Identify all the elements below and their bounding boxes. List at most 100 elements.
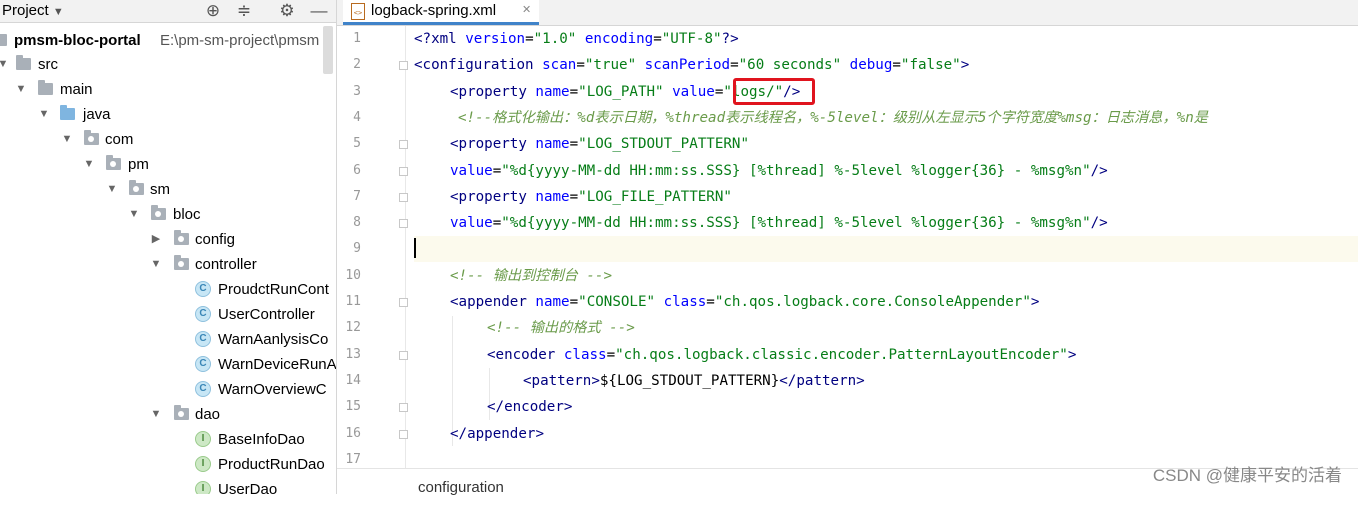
chevron-down-icon[interactable]: ▼ [60, 127, 74, 152]
tree-item-label: sm [150, 181, 170, 198]
code-line-7: <property name="LOG_FILE_PATTERN" [450, 184, 732, 210]
xml-value: "1.0" [533, 31, 577, 47]
xml-token: > [591, 373, 600, 389]
fold-marker[interactable] [399, 351, 408, 360]
code-editor[interactable]: 1 2 3 4 5 6 7 8 9 10 11 12 13 14 15 16 1… [337, 26, 1358, 468]
collapse-all-icon[interactable]: ≑ [234, 0, 254, 22]
code-line-12: <!-- 输出的格式 --> [487, 315, 635, 341]
breadcrumb[interactable]: configuration [418, 469, 504, 496]
xml-token: </ [487, 399, 505, 415]
xml-attr: version [465, 31, 526, 47]
xml-text: ${LOG_STDOUT_PATTERN} [599, 373, 780, 389]
chevron-down-icon[interactable]: ▼ [82, 152, 96, 177]
chevron-down-icon[interactable]: ▼ [0, 52, 10, 77]
xml-attr: scan [533, 57, 577, 73]
class-icon: C [195, 331, 211, 347]
xml-file-icon [351, 3, 365, 20]
tab-label: logback-spring.xml [371, 2, 497, 19]
xml-token: ?> [721, 31, 739, 47]
chevron-right-icon[interactable]: ▶ [149, 227, 163, 252]
folder-icon [16, 55, 31, 70]
xml-value: "false" [900, 57, 961, 73]
code-line-11: <appender name="CONSOLE" class="ch.qos.l… [450, 289, 1039, 315]
code-line-15: </encoder> [487, 394, 572, 420]
xml-token: < [523, 373, 532, 389]
xml-attr: class [655, 294, 707, 310]
chevron-down-icon[interactable]: ▼ [105, 177, 119, 202]
xml-token: > [535, 426, 544, 442]
chevron-down-icon[interactable]: ▼ [37, 102, 51, 127]
xml-token: = [569, 136, 579, 152]
xml-tag: encoder [504, 399, 564, 415]
module-path: E:\pm-sm-project\pmsm [160, 32, 320, 49]
chevron-down-icon[interactable]: ▼ [14, 77, 28, 102]
xml-token: = [892, 57, 901, 73]
xml-token: < [450, 84, 459, 100]
tree-item-label: dao [195, 406, 221, 423]
fold-marker[interactable] [399, 61, 408, 70]
xml-attr: name [526, 189, 570, 205]
xml-token: > [856, 373, 865, 389]
line-number: 1 [353, 31, 361, 46]
chevron-down-icon[interactable]: ▼ [149, 252, 163, 277]
xml-token: = [706, 294, 715, 310]
line-number: 9 [353, 241, 361, 256]
text-caret [414, 238, 416, 258]
xml-token: = [569, 84, 579, 100]
project-title: Project [2, 2, 49, 19]
line-number: 12 [345, 320, 361, 335]
tree-item-label: controller [195, 256, 257, 273]
fold-marker[interactable] [399, 430, 408, 439]
code-line-10: <!-- 输出到控制台 --> [450, 263, 612, 289]
tab-logback-spring-xml[interactable]: logback-spring.xml ✕ [343, 0, 539, 25]
chevron-down-icon[interactable]: ▼ [127, 202, 141, 227]
watermark: CSDN @健康平安的活着 [1152, 466, 1342, 485]
locate-icon[interactable]: ⊕ [203, 0, 223, 22]
package-icon [174, 255, 189, 270]
package-icon [151, 205, 166, 220]
xml-attr: class [555, 347, 607, 363]
code-line-8: value="%d{yyyy-MM-dd HH:mm:ss.SSS} [%thr… [450, 210, 1108, 236]
close-icon[interactable]: ✕ [522, 0, 531, 22]
line-number: 3 [353, 84, 361, 99]
xml-token: = [653, 31, 662, 47]
xml-tag: property [458, 136, 527, 152]
package-icon [129, 180, 144, 195]
xml-attr: scanPeriod [636, 57, 731, 73]
project-view-selector[interactable]: Project ▼ [2, 0, 64, 22]
class-icon: C [195, 381, 211, 397]
xml-attr: value [450, 163, 493, 179]
xml-tag: encoder [495, 347, 556, 363]
xml-value: "ch.qos.logback.classic.encoder.PatternL… [615, 347, 1068, 363]
fold-marker[interactable] [399, 298, 408, 307]
package-icon [174, 405, 189, 420]
class-icon: C [195, 281, 211, 297]
code-line-5: <property name="LOG_STDOUT_PATTERN" [450, 131, 749, 157]
xml-token: < [487, 347, 496, 363]
xml-value: "true" [584, 57, 637, 73]
line-number-gutter: 1 2 3 4 5 6 7 8 9 10 11 12 13 14 15 16 1… [337, 26, 408, 468]
gear-icon[interactable]: ⚙ [277, 0, 297, 22]
xml-attr: value [450, 215, 493, 231]
project-tree-scrollbar[interactable] [323, 26, 333, 74]
fold-marker[interactable] [399, 403, 408, 412]
tree-item-label: com [105, 131, 134, 148]
fold-marker[interactable] [399, 167, 408, 176]
editor-tab-bar: logback-spring.xml ✕ [337, 0, 1358, 26]
fold-marker[interactable] [399, 219, 408, 228]
tree-item-label: UserDao [218, 481, 278, 494]
minimize-icon[interactable]: — [309, 0, 329, 22]
line-number: 13 [345, 347, 361, 362]
tree-item-label: ProudctRunCont [218, 281, 329, 298]
source-folder-icon [60, 105, 75, 120]
xml-token: <? [414, 31, 432, 47]
tree-item-label: src [38, 56, 58, 73]
fold-marker[interactable] [399, 193, 408, 202]
xml-tag: pattern [796, 373, 857, 389]
tree-item-label: UserController [218, 306, 315, 323]
folder-icon [38, 80, 53, 95]
fold-marker[interactable] [399, 140, 408, 149]
code-line-1: <?xml version="1.0" encoding="UTF-8"?> [414, 26, 739, 52]
chevron-down-icon[interactable]: ▼ [149, 402, 163, 427]
xml-attr: name [526, 84, 570, 100]
